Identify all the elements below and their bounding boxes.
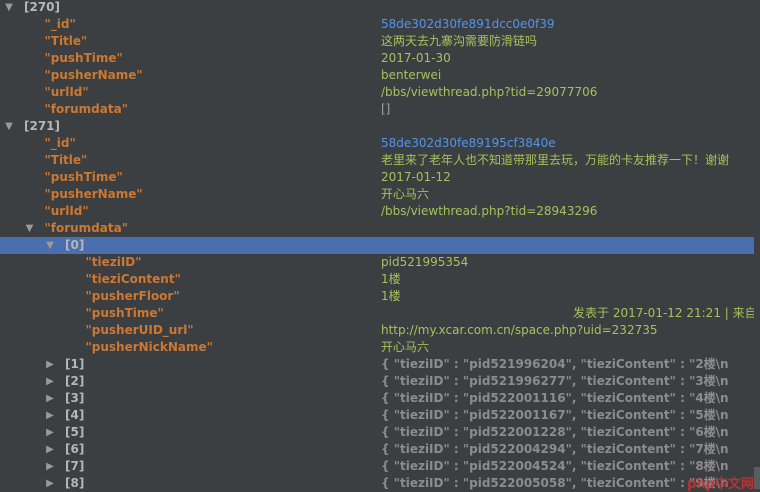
tree-node-index[interactable]: ▶ [3] { "tieziID" : "pid522001116", "tiezi…	[0, 390, 754, 407]
tree-node-field[interactable]: "pusherName" 开心马六	[0, 186, 754, 203]
node-index-label: [3]	[65, 391, 85, 405]
node-value: 老里来了老年人也不知道带那里去玩，万能的卡友推荐一下！谢谢	[381, 153, 730, 167]
node-key-label: "pusherName"	[44, 68, 143, 82]
node-index-label: [5]	[65, 425, 85, 439]
node-index-label: [8]	[65, 476, 85, 490]
node-key-label: "pusherFloor"	[85, 289, 180, 303]
tree-node-index[interactable]: ▶ [5] { "tieziID" : "pid522001228", "tiezi…	[0, 424, 754, 441]
tree-node-index[interactable]: ▶ [1] { "tieziID" : "pid521996204", "tiezi…	[0, 356, 754, 373]
tree-node-index[interactable]: ▼ [270]	[0, 0, 754, 16]
tree-node-index[interactable]: ▶ [6] { "tieziID" : "pid522004294", "tiezi…	[0, 441, 754, 458]
tree-node-field[interactable]: "pushTime" 2017-01-30	[0, 50, 754, 67]
node-key-label: "forumdata"	[44, 221, 128, 235]
node-value: 58de302d30fe891dcc0e0f39	[381, 17, 555, 31]
node-key-label: "urlId"	[44, 204, 89, 218]
node-index-label: [4]	[65, 408, 85, 422]
node-key-label: "Title"	[44, 34, 88, 48]
node-value: { "tieziID" : "pid521996204", "tieziCont…	[381, 357, 729, 371]
node-value: http://my.xcar.com.cn/space.php?uid=2327…	[381, 323, 658, 337]
tree-node-field[interactable]: "urlId" /bbs/viewthread.php?tid=28943296	[0, 203, 754, 220]
tree-node-field[interactable]: "pushTime" 发表于 2017-01-12 21:21 | 来自 手机	[0, 305, 755, 322]
node-value: 58de302d30fe89195cf3840e	[381, 136, 556, 150]
tree-node-field[interactable]: "pushTime" 2017-01-12	[0, 169, 754, 186]
expand-arrow-down-icon[interactable]: ▼	[3, 118, 15, 135]
json-tree-view: ▼ [270] "_id" 58de302d30fe891dcc0e0f39 "Titl…	[0, 0, 754, 492]
node-index-label: [2]	[65, 374, 85, 388]
node-key-label: "tieziContent"	[85, 272, 181, 286]
collapse-arrow-right-icon[interactable]: ▶	[44, 424, 56, 441]
tree-node-field[interactable]: "Title" 老里来了老年人也不知道带那里去玩，万能的卡友推荐一下！谢谢	[0, 152, 754, 169]
collapse-arrow-right-icon[interactable]: ▶	[44, 373, 56, 390]
vertical-scrollbar[interactable]	[754, 0, 760, 489]
node-key-label: "pusherNickName"	[85, 340, 213, 354]
node-key-label: "pushTime"	[44, 51, 123, 65]
tree-node-index[interactable]: ▼ [0]	[0, 237, 754, 254]
node-index-label: [271]	[24, 119, 61, 133]
node-key-label: "forumdata"	[44, 102, 128, 116]
expand-arrow-down-icon[interactable]: ▼	[3, 0, 15, 16]
tree-node-field[interactable]: "tieziContent" 1楼	[0, 271, 754, 288]
node-value: 1楼	[381, 289, 401, 303]
node-key-label: "Title"	[44, 153, 88, 167]
tree-node-field[interactable]: "pusherName" benterwei	[0, 67, 754, 84]
node-value: { "tieziID" : "pid521996277", "tieziCont…	[381, 374, 729, 388]
node-key-label: "pusherUID_url"	[85, 323, 194, 337]
node-key-label: "pusherName"	[44, 187, 143, 201]
node-index-label: [7]	[65, 459, 85, 473]
node-key-label: "tieziID"	[85, 255, 142, 269]
node-index-label: [6]	[65, 442, 85, 456]
node-value: 开心马六	[381, 187, 430, 201]
tree-node-field[interactable]: "_id" 58de302d30fe891dcc0e0f39	[0, 16, 754, 33]
node-value: /bbs/viewthread.php?tid=28943296	[381, 204, 598, 218]
node-value: /bbs/viewthread.php?tid=29077706	[381, 85, 598, 99]
tree-node-field[interactable]: "pusherUID_url" http://my.xcar.com.cn/spa…	[0, 322, 754, 339]
tree-node-index[interactable]: ▶ [2] { "tieziID" : "pid521996277", "tiezi…	[0, 373, 754, 390]
node-value: 2017-01-12	[381, 170, 451, 184]
node-value: 1楼	[381, 272, 401, 286]
tree-node-index[interactable]: ▶ [4] { "tieziID" : "pid522001167", "tiezi…	[0, 407, 754, 424]
node-value: 这两天去九寨沟需要防滑链吗	[381, 34, 538, 48]
collapse-arrow-right-icon[interactable]: ▶	[44, 458, 56, 475]
node-key-label: "pushTime"	[44, 170, 123, 184]
node-key-label: "_id"	[44, 17, 76, 31]
collapse-arrow-right-icon[interactable]: ▶	[44, 441, 56, 458]
collapse-arrow-right-icon[interactable]: ▶	[44, 356, 56, 373]
node-value: []	[381, 102, 391, 116]
node-index-label: [270]	[24, 0, 61, 14]
scrollbar-thumb[interactable]	[754, 467, 760, 489]
node-index-label: [1]	[65, 357, 85, 371]
node-value: 2017-01-30	[381, 51, 451, 65]
node-value: { "tieziID" : "pid522001167", "tieziCont…	[381, 408, 729, 422]
watermark-logo: php中文网	[687, 477, 754, 492]
node-value: { "tieziID" : "pid522001228", "tieziCont…	[381, 425, 729, 439]
node-key-label: "_id"	[44, 136, 76, 150]
tree-node-field[interactable]: "Title" 这两天去九寨沟需要防滑链吗	[0, 33, 754, 50]
tree-node-field[interactable]: "_id" 58de302d30fe89195cf3840e	[0, 135, 754, 152]
tree-node-index[interactable]: ▶ [8]{ "tieziID" : "pid522005058", "tiezi…	[0, 475, 754, 492]
tree-node-field[interactable]: "forumdata" []	[0, 101, 754, 118]
tree-node-field[interactable]: "tieziID" pid521995354	[0, 254, 754, 271]
tree-node-field[interactable]: "urlId" /bbs/viewthread.php?tid=29077706	[0, 84, 754, 101]
tree-node-field[interactable]: ▼ "forumdata"	[0, 220, 754, 237]
tree-node-field[interactable]: "pusherFloor" 1楼	[0, 288, 754, 305]
expand-arrow-down-icon[interactable]: ▼	[24, 220, 36, 237]
node-key-label: "urlId"	[44, 85, 89, 99]
node-value: benterwei	[381, 68, 442, 82]
collapse-arrow-right-icon[interactable]: ▶	[44, 475, 56, 492]
node-value: pid521995354	[381, 255, 469, 269]
tree-node-index[interactable]: ▶ [7]{ "tieziID" : "pid522004524", "tiezi…	[0, 458, 754, 475]
collapse-arrow-right-icon[interactable]: ▶	[44, 390, 56, 407]
expand-arrow-down-icon[interactable]: ▼	[44, 237, 56, 254]
node-value: 发表于 2017-01-12 21:21 | 来自 手机	[573, 306, 754, 320]
node-index-label: [0]	[65, 238, 85, 252]
tree-node-field[interactable]: "pusherNickName" 开心马六	[0, 339, 754, 356]
node-key-label: "pushTime"	[85, 306, 164, 320]
node-value: 开心马六	[381, 340, 430, 354]
node-value: { "tieziID" : "pid522001116", "tieziCont…	[381, 391, 729, 405]
collapse-arrow-right-icon[interactable]: ▶	[44, 407, 56, 424]
tree-node-index[interactable]: ▼ [271]	[0, 118, 754, 135]
node-value: { "tieziID" : "pid522004294", "tieziCont…	[381, 442, 729, 456]
